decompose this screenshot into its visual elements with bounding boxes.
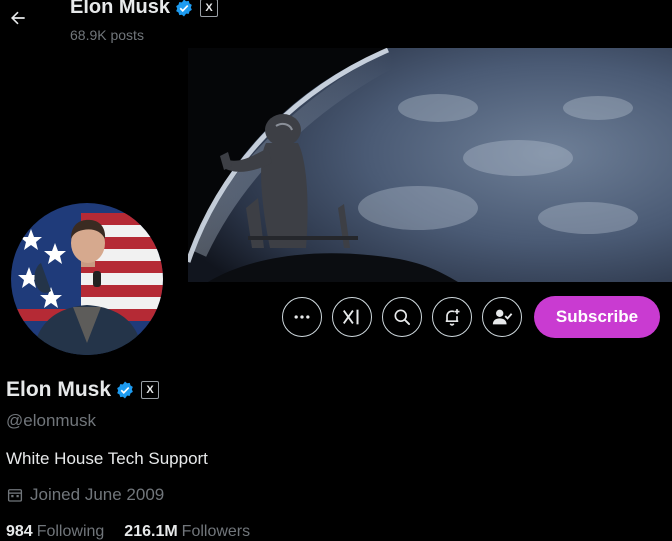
- followers-stat[interactable]: 216.1M Followers: [124, 523, 250, 541]
- profile-banner[interactable]: [188, 48, 672, 282]
- search-icon: [394, 309, 410, 325]
- avatar[interactable]: [9, 201, 165, 357]
- joined-text: Joined June 2009: [30, 485, 165, 504]
- posts-count: 68.9K posts: [70, 27, 144, 43]
- subscribe-button[interactable]: Subscribe: [534, 296, 660, 338]
- avatar-photo: [11, 203, 163, 355]
- verified-badge-icon: [174, 0, 194, 18]
- follow-stats: 984 Following 216.1M Followers: [6, 523, 250, 541]
- banner-image-earth-astronaut: [188, 48, 672, 282]
- followers-count: 216.1M: [124, 523, 178, 540]
- bell-plus-icon: [445, 309, 460, 326]
- affiliate-x-badge-icon[interactable]: X: [141, 381, 160, 399]
- profile-bio: White House Tech Support: [6, 449, 208, 468]
- search-button[interactable]: [382, 297, 422, 337]
- arrow-left-icon: [11, 11, 25, 25]
- more-button[interactable]: [282, 297, 322, 337]
- profile-handle: @elonmusk: [6, 411, 97, 430]
- back-button[interactable]: [6, 6, 30, 30]
- joined-date: Joined June 2009: [6, 485, 164, 505]
- grok-icon: [343, 309, 359, 325]
- followers-label: Followers: [181, 523, 251, 540]
- following-label: Following: [36, 523, 105, 540]
- verified-badge-icon[interactable]: [115, 380, 135, 400]
- profile-header: Elon Musk X 68.9K posts: [0, 0, 672, 48]
- profile-actions: Subscribe: [282, 296, 660, 338]
- grok-button[interactable]: [332, 297, 372, 337]
- person-check-icon: [492, 309, 513, 325]
- header-name-text: Elon Musk: [70, 0, 171, 18]
- notifications-button[interactable]: [432, 297, 472, 337]
- following-stat[interactable]: 984 Following: [6, 523, 104, 541]
- header-title: Elon Musk X: [70, 0, 219, 19]
- affiliate-x-badge-icon: X: [200, 0, 219, 17]
- more-icon: [294, 315, 310, 319]
- profile-name: Elon Musk X: [6, 378, 160, 402]
- profile-name-text: Elon Musk: [6, 378, 112, 401]
- following-count: 984: [6, 523, 33, 540]
- calendar-icon: [7, 489, 23, 502]
- following-button[interactable]: [482, 297, 522, 337]
